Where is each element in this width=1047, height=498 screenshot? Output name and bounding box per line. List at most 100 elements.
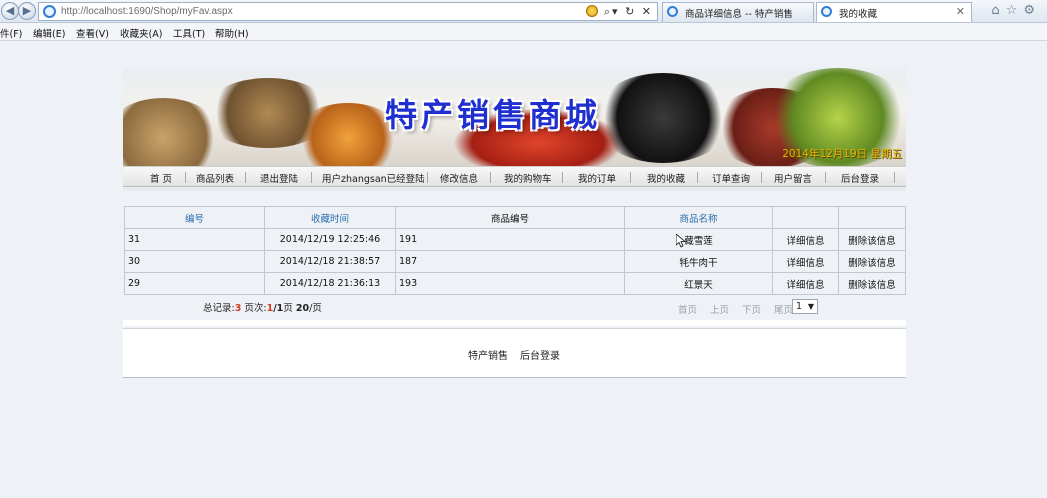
footer-link-home[interactable]: 特产销售: [468, 347, 508, 362]
gear-icon[interactable]: ⚙: [1023, 3, 1041, 18]
header-product-name[interactable]: 商品名称: [624, 206, 773, 229]
menu-edit[interactable]: 编辑(E): [33, 26, 65, 40]
detail-link[interactable]: 详细信息: [772, 228, 839, 251]
pager-prev[interactable]: 上页: [710, 305, 729, 316]
table-header-row: 编号 收藏时间 商品编号 商品名称: [124, 206, 906, 229]
close-tab-icon[interactable]: ✕: [956, 5, 965, 18]
menu-view[interactable]: 查看(V): [76, 26, 109, 40]
menu-bar: 件(F) 编辑(E) 查看(V) 收藏夹(A) 工具(T) 帮助(H): [0, 23, 1047, 41]
compatibility-icon[interactable]: [586, 5, 599, 17]
header-id[interactable]: 编号: [124, 206, 265, 229]
cell-fav-time: 2014/12/19 12:25:46: [264, 228, 396, 251]
nav-favorites[interactable]: 我的收藏: [647, 171, 685, 185]
page-select[interactable]: 1 ▼: [792, 299, 818, 314]
mouse-cursor-icon: [676, 234, 686, 248]
detail-link[interactable]: 详细信息: [772, 272, 839, 295]
cell-product-name: 牦牛肉干: [624, 250, 773, 273]
menu-favorites[interactable]: 收藏夹(A): [120, 26, 162, 40]
footer-link-admin[interactable]: 后台登录: [520, 347, 560, 362]
nav-separator: [630, 172, 631, 183]
search-icon[interactable]: ⌕▾: [604, 5, 620, 18]
tab-label: 商品详细信息 -- 特产销售: [685, 9, 793, 20]
tab-product-detail[interactable]: 商品详细信息 -- 特产销售: [662, 2, 814, 22]
refresh-icon[interactable]: ↻: [625, 5, 636, 18]
address-tools: ⌕▾ ↻ ✕: [586, 5, 653, 19]
chevron-down-icon: ▼: [807, 302, 814, 311]
table-row: 31 2014/12/19 12:25:46 191 藏雪莲 详细信息 删除该信…: [124, 228, 906, 251]
footer: 特产销售 后台登录: [123, 328, 906, 378]
nav-shadow: [123, 188, 906, 192]
banner-date: 2014年12月19日 星期五: [782, 148, 902, 160]
pager-last[interactable]: 尾页: [774, 305, 793, 316]
delete-link[interactable]: 删除该信息: [838, 228, 906, 251]
banner-image-part: [593, 73, 733, 163]
nav-messages[interactable]: 用户留言: [774, 171, 812, 185]
nav-separator: [562, 172, 563, 183]
nav-separator: [185, 172, 186, 183]
cell-product-id: 187: [395, 250, 625, 273]
cell-product-id: 191: [395, 228, 625, 251]
cell-fav-time: 2014/12/18 21:36:13: [264, 272, 396, 295]
cell-product-name: 红景天: [624, 272, 773, 295]
header-empty: [838, 206, 906, 229]
header-fav-time[interactable]: 收藏时间: [264, 206, 396, 229]
tab-label: 我的收藏: [839, 9, 878, 20]
menu-file[interactable]: 件(F): [0, 26, 22, 40]
header-product-id: 商品编号: [395, 206, 625, 229]
home-icon[interactable]: ⌂: [991, 3, 1005, 18]
header-empty: [772, 206, 839, 229]
nav-home[interactable]: 首 页: [150, 171, 172, 185]
nav-separator: [427, 172, 428, 183]
nav-separator: [490, 172, 491, 183]
menu-help[interactable]: 帮助(H): [215, 26, 249, 40]
delete-link[interactable]: 删除该信息: [838, 250, 906, 273]
nav-separator: [697, 172, 698, 183]
nav-product-list[interactable]: 商品列表: [196, 171, 234, 185]
cell-product-id: 193: [395, 272, 625, 295]
table-row: 30 2014/12/18 21:38:57 187 牦牛肉干 详细信息 删除该…: [124, 250, 906, 273]
nav-edit-info[interactable]: 修改信息: [440, 171, 478, 185]
pager-first[interactable]: 首页: [678, 305, 697, 316]
site-banner: 特产销售商城 2014年12月19日 星期五: [123, 68, 906, 166]
forward-icon[interactable]: ▶: [18, 2, 36, 20]
url-text: http://localhost:1690/Shop/myFav.aspx: [61, 6, 233, 17]
pager-per-page: 20: [295, 303, 310, 314]
content-strip: [123, 320, 906, 326]
nav-separator: [245, 172, 246, 183]
nav-separator: [894, 172, 895, 183]
pager-total-pages: /1: [273, 303, 284, 314]
nav-separator: [761, 172, 762, 183]
site-title: 特产销售商城: [385, 96, 602, 134]
pager-next[interactable]: 下页: [742, 305, 761, 316]
nav-admin-login[interactable]: 后台登录: [841, 171, 879, 185]
cell-id: 31: [124, 228, 265, 251]
address-bar[interactable]: http://localhost:1690/Shop/myFav.aspx ⌕▾…: [38, 2, 658, 21]
favorites-star-icon[interactable]: ☆: [1006, 3, 1024, 18]
main-nav: 首 页 商品列表 退出登陆 用户zhangsan已经登陆 修改信息 我的购物车 …: [123, 166, 906, 187]
tab-ie-icon: [667, 6, 678, 17]
page-select-value: 1: [796, 301, 803, 312]
nav-order-search[interactable]: 订单查询: [712, 171, 750, 185]
cell-id: 29: [124, 272, 265, 295]
detail-link[interactable]: 详细信息: [772, 250, 839, 273]
cell-id: 30: [124, 250, 265, 273]
table-row: 29 2014/12/18 21:36:13 193 红景天 详细信息 删除该信…: [124, 272, 906, 295]
nav-logout[interactable]: 退出登陆: [260, 171, 298, 185]
back-icon[interactable]: ◀: [1, 2, 19, 20]
favorites-table: 编号 收藏时间 商品编号 商品名称 31 2014/12/19 12:25:46…: [124, 206, 906, 295]
nav-cart[interactable]: 我的购物车: [504, 171, 552, 185]
tab-my-favorites[interactable]: 我的收藏 ✕: [816, 2, 972, 22]
cell-fav-time: 2014/12/18 21:38:57: [264, 250, 396, 273]
ie-page-icon: [43, 5, 56, 18]
browser-right-icons: ⌂☆⚙: [991, 3, 1041, 18]
delete-link[interactable]: 删除该信息: [838, 272, 906, 295]
cell-product-name: 藏雪莲: [624, 228, 773, 251]
tab-ie-icon: [821, 6, 832, 17]
pager-per-page-unit: /页: [309, 303, 322, 314]
stop-icon[interactable]: ✕: [642, 5, 653, 18]
nav-orders[interactable]: 我的订单: [578, 171, 616, 185]
browser-toolbar: ◀ ▶ http://localhost:1690/Shop/myFav.asp…: [0, 0, 1047, 23]
pager-page-label: 页次:: [244, 303, 267, 314]
pager-page-unit: 页: [283, 303, 293, 314]
menu-tools[interactable]: 工具(T): [173, 26, 205, 40]
